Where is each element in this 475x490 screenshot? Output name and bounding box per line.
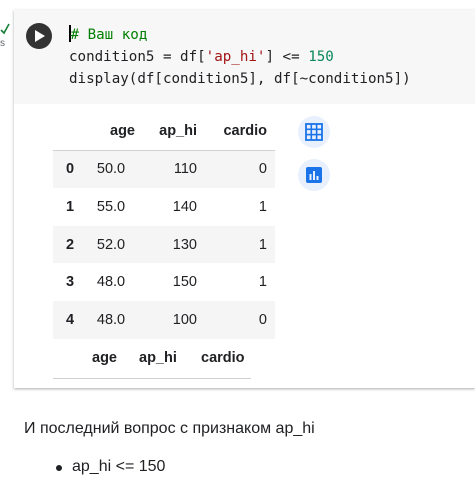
run-cell-button[interactable] [26, 23, 52, 49]
table-row: 3 48.0 150 1 [53, 263, 275, 301]
code-text[interactable]: # Ваш код condition5 = df['ap_hi'] <= 150… [69, 24, 411, 90]
row-index: 0 [65, 161, 75, 178]
table-header-row: age ap_hi cardio [53, 112, 275, 151]
dataframe-table-empty: age ap_hi cardio [53, 342, 251, 379]
table-row: 0 50.0 110 0 [53, 150, 275, 189]
code-editor[interactable]: # Ваш код condition5 = df['ap_hi'] <= 150… [14, 10, 475, 104]
cell-cardio: 1 [258, 198, 267, 215]
cell-ap-hi: 100 [172, 311, 197, 328]
dataframe-table-filtered: age ap_hi cardio 0 50.0 110 0 1 55.0 140… [53, 112, 275, 339]
code-token: condition5 = df[ [69, 49, 206, 65]
cell-ap-hi: 130 [172, 236, 197, 253]
code-token: 'ap_hi' [205, 49, 266, 65]
table-row: 4 48.0 100 0 [53, 300, 275, 339]
code-token: # Ваш код [70, 27, 148, 43]
notebook-page: s # Ваш код condition5 = df['ap_hi'] <= 1… [0, 0, 475, 490]
code-line: display(df[condition5], df[~condition5]) [69, 68, 411, 90]
checkmark-icon [0, 23, 10, 35]
suggest-charts-button[interactable] [298, 159, 330, 191]
cell-ap-hi: 110 [173, 161, 197, 178]
list-item-text: ap_hi <= 150 [72, 458, 166, 475]
row-index: 3 [65, 274, 75, 291]
bullet-dot [56, 465, 62, 471]
text-paragraph: И последний вопрос с признаком ap_hi [24, 420, 315, 437]
column-header-cardio: cardio [223, 122, 267, 139]
list-item: ap_hi <= 150 [52, 458, 165, 476]
row-index: 4 [65, 311, 75, 328]
code-token: ] <= [265, 49, 309, 65]
column-header-cardio: cardio [201, 350, 245, 366]
code-line: # Ваш код [69, 24, 411, 46]
column-header-ap-hi: ap_hi [139, 350, 177, 366]
cell-cardio: 0 [258, 161, 267, 178]
cell-age: 48.0 [96, 311, 126, 328]
cell-age: 55.0 [96, 198, 126, 215]
code-token: display(df[condition5], df[~condition5]) [69, 71, 411, 87]
row-index: 2 [65, 236, 75, 253]
cell-ap-hi: 150 [172, 274, 197, 291]
cell-cardio: 1 [258, 236, 267, 253]
code-token: 150 [308, 49, 334, 65]
cell-cardio: 1 [258, 274, 267, 291]
cell-age: 50.0 [96, 161, 126, 178]
column-header-age: age [92, 350, 117, 366]
convert-to-interactive-table-button[interactable] [298, 116, 330, 148]
cell-cardio: 0 [258, 311, 267, 328]
code-line: condition5 = df['ap_hi'] <= 150 [69, 46, 411, 68]
column-header-age: age [110, 122, 135, 139]
column-header-ap-hi: ap_hi [159, 122, 197, 139]
cell-age: 48.0 [96, 274, 126, 291]
table-row: 1 55.0 140 1 [53, 188, 275, 226]
bullet-list: ap_hi <= 150 [52, 458, 165, 476]
play-icon [35, 30, 45, 42]
table-icon [305, 123, 323, 141]
cell-ap-hi: 140 [172, 198, 197, 215]
cell-age: 52.0 [96, 236, 126, 253]
table-row: 2 52.0 130 1 [53, 225, 275, 264]
row-index: 1 [65, 198, 75, 215]
chart-icon [306, 167, 322, 183]
run-status-text: s [0, 38, 5, 49]
index-header [53, 112, 87, 150]
